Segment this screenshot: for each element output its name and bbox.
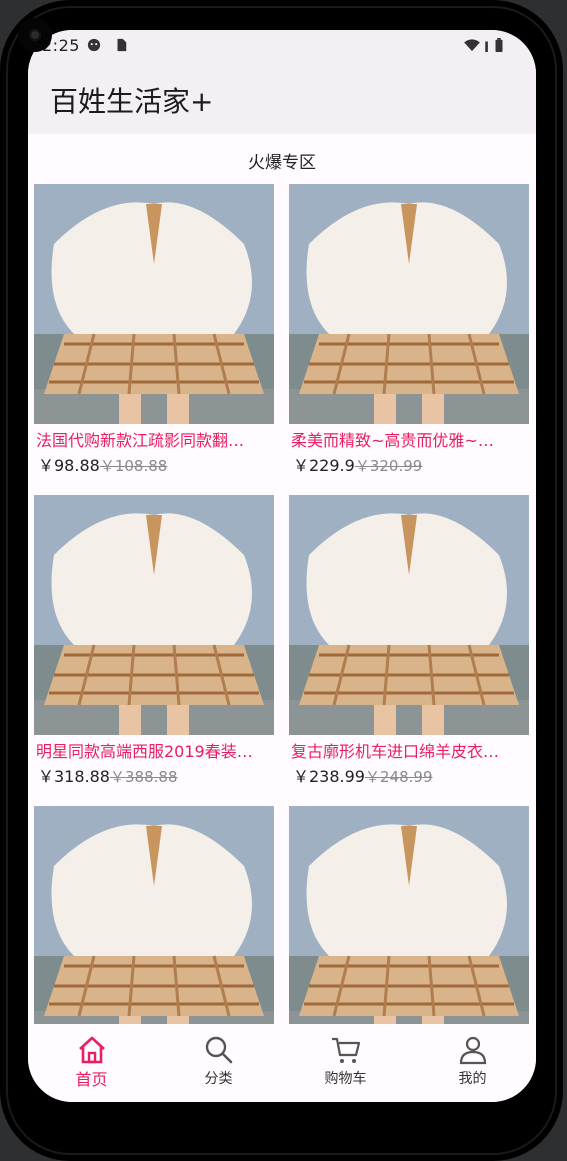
- search-icon: [205, 1036, 233, 1064]
- product-image[interactable]: [34, 184, 274, 424]
- nav-label: 分类: [204, 1071, 233, 1087]
- battery-icon: [495, 38, 503, 52]
- product-image[interactable]: [289, 184, 529, 424]
- product-image[interactable]: [34, 806, 274, 1024]
- price-row: ￥238.99￥248.99: [293, 763, 433, 787]
- nav-cart[interactable]: 购物车: [282, 1024, 409, 1102]
- home-icon: [79, 1036, 105, 1064]
- nav-label: 我的: [458, 1071, 487, 1087]
- product-price: ￥318.88: [38, 767, 110, 786]
- screen: 2:25 百姓生活家+ 火爆专区 法国代购新款江疏影同款翻… ￥98.88￥10…: [28, 30, 536, 1102]
- notification-app-icon: [87, 38, 101, 52]
- nav-label: 购物车: [324, 1071, 367, 1087]
- product-name[interactable]: 柔美而精致~高贵而优雅~…: [291, 427, 527, 451]
- nav-label: 首页: [75, 1070, 108, 1089]
- price-row: ￥229.9￥320.99: [293, 452, 422, 476]
- nav-profile[interactable]: 我的: [409, 1024, 536, 1102]
- sim-card-icon: [117, 38, 127, 52]
- nav-home[interactable]: 首页: [28, 1024, 155, 1102]
- product-name[interactable]: 法国代购新款江疏影同款翻…: [36, 427, 272, 451]
- product-image[interactable]: [289, 495, 529, 735]
- nav-category[interactable]: 分类: [155, 1024, 282, 1102]
- product-card[interactable]: 明星同款高端西服2019春装… ￥318.88￥388.88: [34, 495, 274, 795]
- status-bar: 2:25: [28, 30, 536, 64]
- product-old-price: ￥320.99: [354, 457, 423, 475]
- product-card[interactable]: [289, 806, 529, 1024]
- product-card[interactable]: 复古廓形机车进口绵羊皮衣… ￥238.99￥248.99: [289, 495, 529, 795]
- product-card[interactable]: [34, 806, 274, 1024]
- price-row: ￥318.88￥388.88: [38, 763, 178, 787]
- product-price: ￥229.9: [293, 456, 355, 475]
- product-card[interactable]: 法国代购新款江疏影同款翻… ￥98.88￥108.88: [34, 184, 274, 484]
- app-bar: 百姓生活家+: [28, 64, 536, 134]
- product-card[interactable]: 柔美而精致~高贵而优雅~… ￥229.9￥320.99: [289, 184, 529, 484]
- cart-icon: [332, 1037, 361, 1063]
- bottom-nav: 首页 分类 购物车 我的: [28, 1024, 536, 1102]
- product-image[interactable]: [34, 495, 274, 735]
- wifi-icon: [464, 39, 480, 52]
- app-title: 百姓生活家+: [50, 85, 214, 118]
- product-old-price: ￥108.88: [99, 457, 168, 475]
- product-old-price: ￥388.88: [110, 768, 178, 786]
- product-name[interactable]: 明星同款高端西服2019春装…: [36, 738, 272, 762]
- home-content[interactable]: 火爆专区 法国代购新款江疏影同款翻… ￥98.88￥108.88 柔美而精致~高…: [28, 134, 536, 1024]
- product-image[interactable]: [289, 806, 529, 1024]
- front-camera: [18, 18, 52, 52]
- section-title: 火爆专区: [248, 153, 316, 173]
- product-name[interactable]: 复古廓形机车进口绵羊皮衣…: [291, 738, 527, 762]
- signal-icon: [485, 41, 488, 52]
- product-old-price: ￥248.99: [365, 768, 433, 786]
- person-icon: [459, 1036, 487, 1065]
- product-price: ￥238.99: [293, 767, 365, 786]
- phone-frame: 2:25 百姓生活家+ 火爆专区 法国代购新款江疏影同款翻… ￥98.88￥10…: [0, 0, 563, 1161]
- product-price: ￥98.88: [38, 456, 100, 475]
- price-row: ￥98.88￥108.88: [38, 452, 167, 476]
